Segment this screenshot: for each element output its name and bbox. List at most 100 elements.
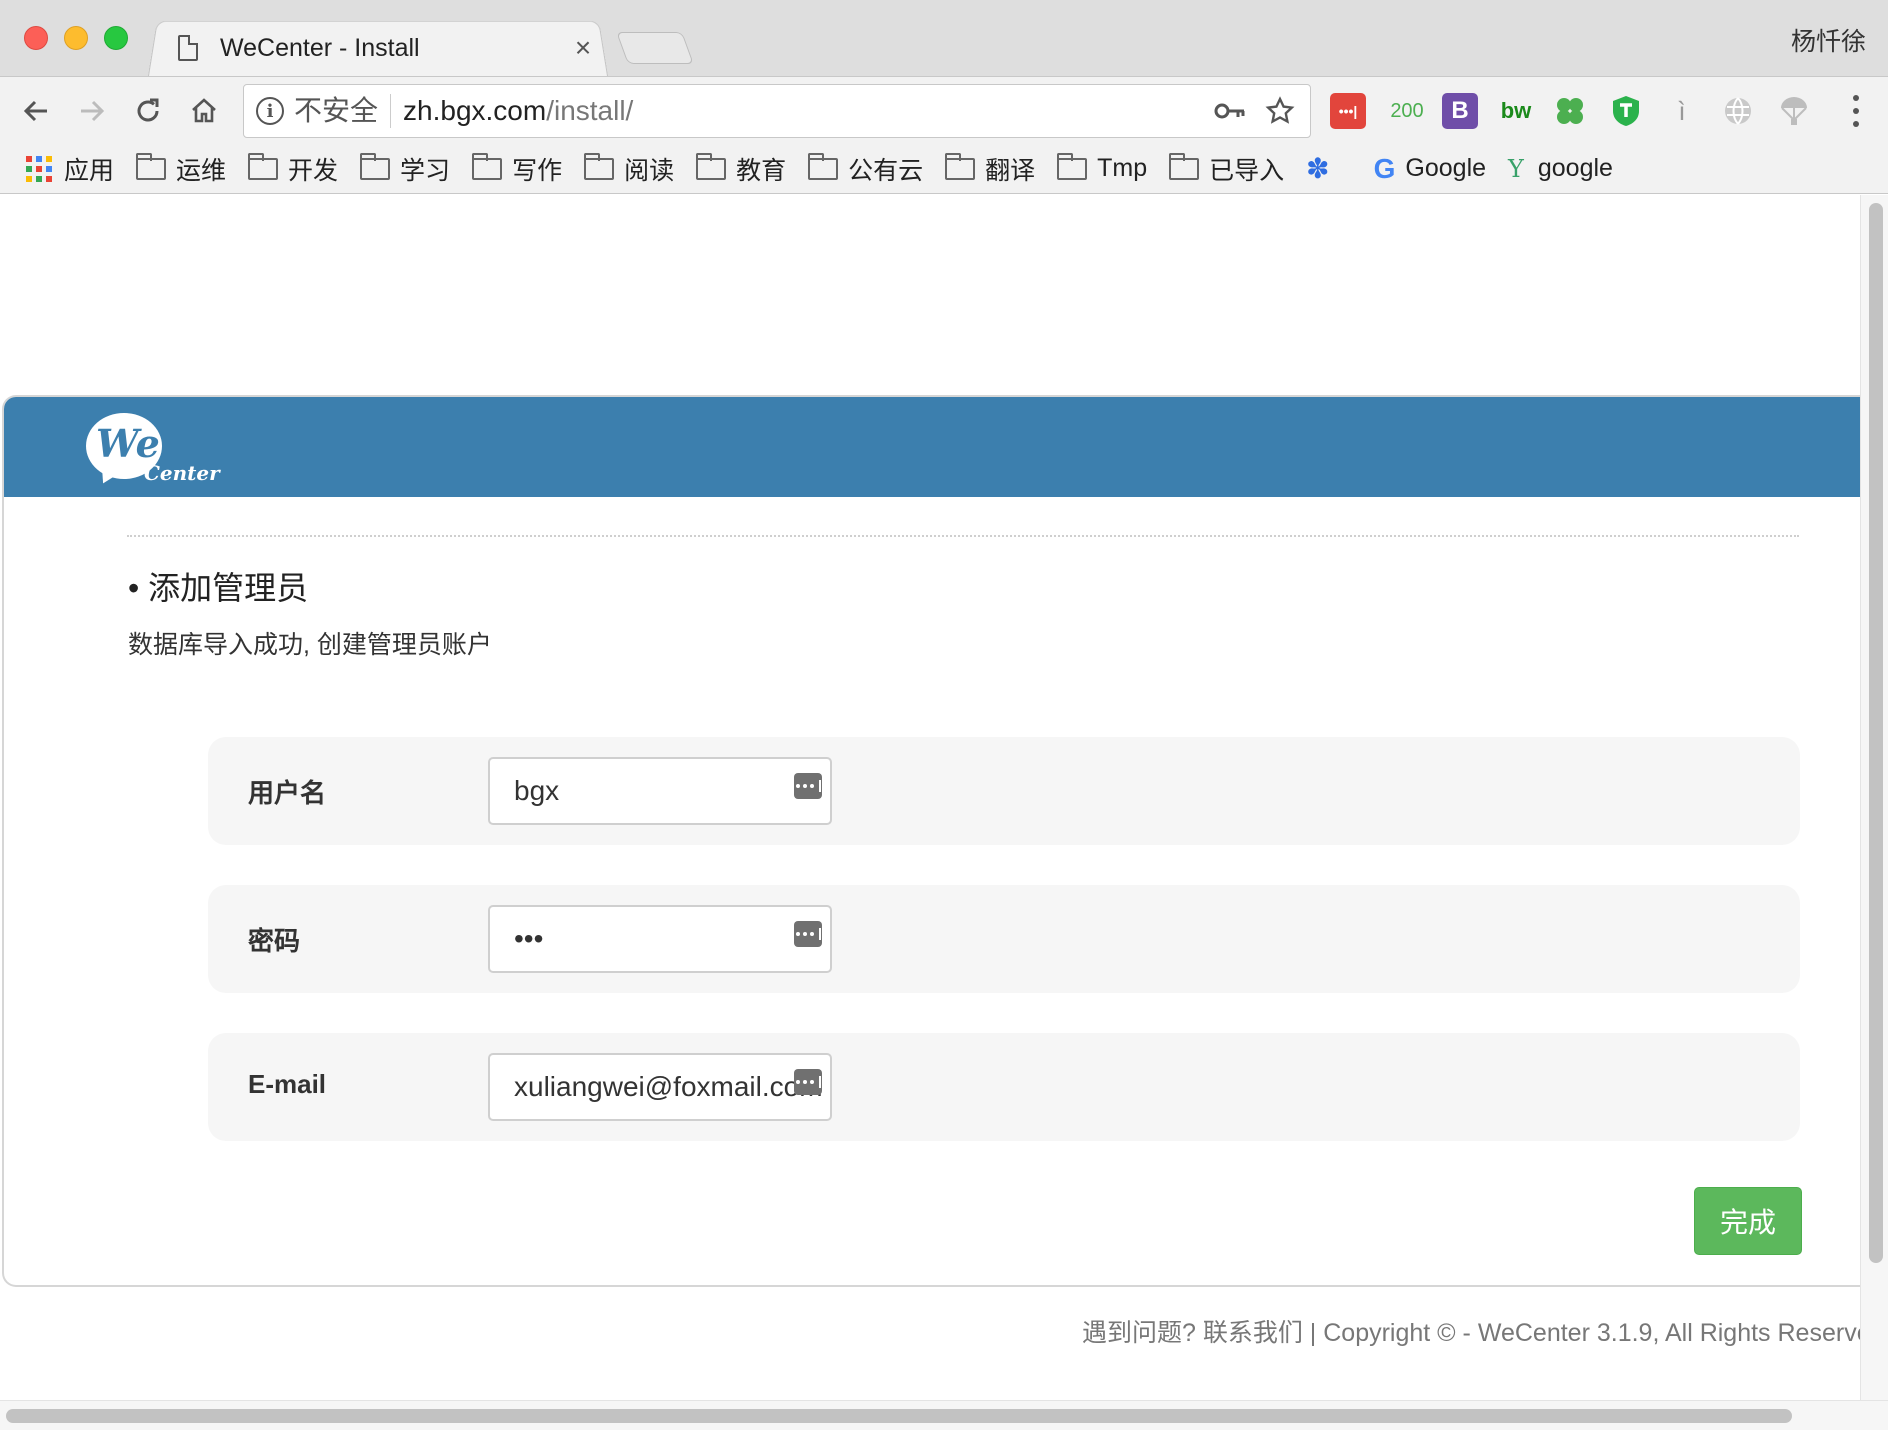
- folder-icon: [360, 152, 391, 180]
- new-tab-button[interactable]: [616, 32, 694, 64]
- bookmark-google[interactable]: G Google: [1374, 153, 1486, 185]
- wecenter-logo: We Center: [84, 411, 224, 491]
- folder-icon: [1057, 152, 1088, 180]
- password-manager-icon[interactable]: [794, 1069, 822, 1095]
- tab-title: WeCenter - Install: [220, 33, 420, 62]
- tab-bar: WeCenter - Install × 杨忏徐: [0, 0, 1888, 76]
- bookmarks-bar: 应用 运维 开发 学习 写作 阅读 教育 公有云 翻译 Tmp 已导入 ✽ GG…: [0, 144, 1888, 194]
- url-host: zh.bgx.com: [403, 95, 547, 126]
- bookmark-folder-reading[interactable]: 阅读: [584, 151, 674, 187]
- reload-icon[interactable]: [126, 89, 170, 133]
- copyright-text: | Copyright © - WeCenter 3.1.9, All Righ…: [1302, 1319, 1885, 1347]
- forward-icon[interactable]: [70, 89, 114, 133]
- password-input[interactable]: •••: [488, 905, 832, 973]
- baidu-paw-icon: ✽: [1306, 153, 1330, 184]
- security-label[interactable]: 不安全: [294, 94, 392, 128]
- vertical-scroll-thumb[interactable]: [1869, 203, 1883, 1263]
- bookmark-label: 阅读: [624, 156, 675, 185]
- card-header: We Center: [4, 397, 1882, 497]
- bookmark-folder-writing[interactable]: 写作: [472, 151, 562, 187]
- email-input[interactable]: xuliangwei@foxmail.com: [488, 1053, 832, 1121]
- email-value: xuliangwei@foxmail.com: [514, 1071, 823, 1102]
- finish-button[interactable]: 完成: [1694, 1187, 1802, 1255]
- ext-lastpass-icon[interactable]: •••|: [1330, 93, 1366, 129]
- form-row-email: E-mail xuliangwei@foxmail.com: [208, 1033, 1800, 1141]
- menu-icon[interactable]: [1848, 91, 1864, 131]
- section-title: • 添加管理员: [128, 570, 309, 606]
- bookmark-label: 教育: [736, 156, 787, 185]
- ext-bw-icon[interactable]: bw: [1496, 93, 1536, 129]
- profile-name[interactable]: 杨忏徐: [1791, 22, 1866, 58]
- ext-bootstrap-icon[interactable]: B: [1442, 93, 1478, 129]
- horizontal-scroll-thumb[interactable]: [6, 1409, 1792, 1423]
- bookmark-label: 开发: [288, 156, 339, 185]
- ext-globe-icon[interactable]: [1720, 93, 1756, 129]
- email-label: E-mail: [248, 1069, 327, 1099]
- bookmark-folder-education[interactable]: 教育: [696, 151, 786, 187]
- logo-center-text: Center: [144, 461, 220, 485]
- address-bar[interactable]: i 不安全 zh.bgx.com/install/: [243, 84, 1311, 138]
- ext-200-icon[interactable]: 200: [1384, 93, 1430, 129]
- bookmark-label: 学习: [400, 156, 451, 185]
- bookmark-label: 运维: [176, 156, 227, 185]
- folder-icon: [248, 152, 279, 180]
- folder-icon: [472, 152, 503, 180]
- username-label: 用户名: [248, 778, 327, 808]
- username-input[interactable]: bgx: [488, 757, 832, 825]
- google-g-icon: G: [1373, 152, 1396, 184]
- password-manager-icon[interactable]: [794, 773, 822, 799]
- y-icon: Y: [1508, 154, 1524, 183]
- folder-icon: [945, 152, 976, 180]
- tab-close-icon[interactable]: ×: [568, 32, 598, 64]
- password-manager-icon[interactable]: [794, 921, 822, 947]
- active-tab-content[interactable]: WeCenter - Install ×: [178, 28, 598, 68]
- ext-translate-icon[interactable]: ì: [1664, 93, 1700, 129]
- password-value: •••: [514, 923, 544, 954]
- info-icon[interactable]: i: [256, 97, 284, 125]
- browser-toolbar: i 不安全 zh.bgx.com/install/ •••| 200 B bw …: [0, 76, 1888, 144]
- bookmark-apps[interactable]: 应用: [26, 151, 114, 187]
- back-icon[interactable]: [14, 89, 58, 133]
- divider: [127, 535, 1799, 537]
- bookmark-label: 已导入: [1209, 156, 1285, 185]
- vertical-scrollbar[interactable]: [1860, 195, 1888, 1400]
- horizontal-scrollbar[interactable]: [0, 1400, 1888, 1430]
- contact-link[interactable]: 遇到问题? 联系我们: [1082, 1319, 1303, 1347]
- bookmark-label: Google: [1405, 154, 1487, 182]
- page-viewport: We Center • 添加管理员 数据库导入成功, 创建管理员账户 用户名 b…: [0, 195, 1888, 1430]
- url-path: /install/: [546, 95, 634, 126]
- bookmark-folder-dev[interactable]: 开发: [248, 151, 338, 187]
- home-icon[interactable]: [182, 89, 226, 133]
- maximize-window-button[interactable]: [104, 26, 128, 50]
- star-icon[interactable]: [1260, 91, 1300, 131]
- folder-icon: [1169, 152, 1200, 180]
- bookmark-label: 公有云: [848, 156, 924, 185]
- close-window-button[interactable]: [24, 26, 48, 50]
- bookmark-google-lower[interactable]: Ygoogle: [1508, 154, 1613, 183]
- bookmark-folder-imported[interactable]: 已导入: [1169, 151, 1284, 187]
- ext-shield-icon[interactable]: [1608, 93, 1644, 129]
- logo-we-text: We: [96, 421, 160, 466]
- bookmark-folder-ops[interactable]: 运维: [136, 151, 226, 187]
- minimize-window-button[interactable]: [64, 26, 88, 50]
- bookmark-label: 应用: [64, 156, 115, 185]
- ext-parachute-icon[interactable]: [1776, 93, 1812, 129]
- bookmark-folder-translate[interactable]: 翻译: [945, 151, 1035, 187]
- bookmark-folder-tmp[interactable]: Tmp: [1057, 152, 1148, 183]
- bookmark-baidu[interactable]: ✽: [1306, 152, 1351, 185]
- bookmark-label: 写作: [512, 156, 563, 185]
- folder-icon: [808, 152, 839, 180]
- bookmark-folder-cloud[interactable]: 公有云: [808, 151, 923, 187]
- apps-grid-icon: [26, 155, 52, 182]
- bookmark-label: Tmp: [1097, 154, 1148, 182]
- bookmark-folder-study[interactable]: 学习: [360, 151, 450, 187]
- url-text[interactable]: zh.bgx.com/install/: [403, 95, 1210, 127]
- section-description: 数据库导入成功, 创建管理员账户: [128, 631, 492, 659]
- form-row-password: 密码 •••: [208, 885, 1800, 993]
- install-card: We Center • 添加管理员 数据库导入成功, 创建管理员账户 用户名 b…: [2, 395, 1882, 1287]
- ext-clover-icon[interactable]: [1552, 93, 1588, 129]
- bookmark-label: google: [1537, 154, 1613, 182]
- password-label: 密码: [248, 926, 301, 956]
- key-icon[interactable]: [1210, 91, 1250, 131]
- form-row-username: 用户名 bgx: [208, 737, 1800, 845]
